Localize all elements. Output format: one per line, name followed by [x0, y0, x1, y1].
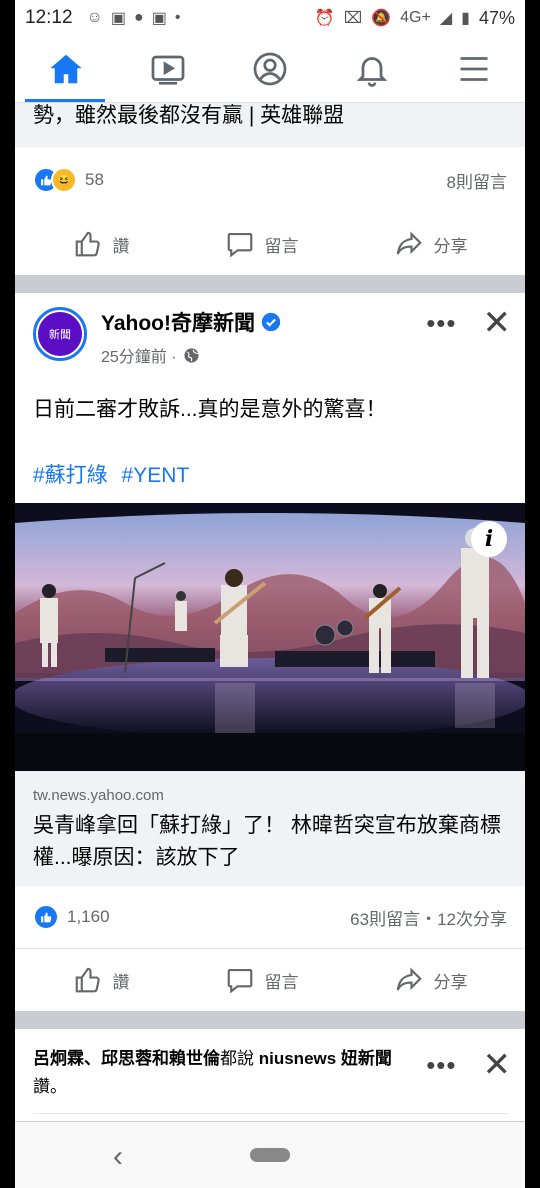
bell-icon [356, 57, 388, 87]
thumbs-up-icon [75, 967, 100, 993]
post-header-buttons: ••• ✕ [426, 306, 512, 340]
prev-post: 勢，雖然最後都沒有贏 | 英雄聯盟 😆 58 8則留言 讚 留言 分享 [15, 103, 525, 275]
cast-icon: ⌧ [343, 10, 363, 27]
active-tab-indicator [25, 99, 105, 102]
concert-stage-image [15, 503, 525, 771]
tab-profile[interactable] [240, 39, 300, 99]
video-icon [151, 55, 185, 85]
prev-reactions-row[interactable]: 😆 58 8則留言 [15, 147, 525, 213]
avatar-logo: 新聞 [38, 312, 82, 356]
post-hashtags: #蘇打綠 #YENT [15, 425, 525, 503]
haha-reaction-icon: 😆 [51, 167, 77, 193]
comment-icon [227, 232, 252, 258]
thumbs-up-icon [75, 231, 100, 257]
dot-icon: • [174, 9, 181, 26]
status-time: 12:12 [25, 7, 73, 28]
friend-names[interactable]: 呂炯霖、邱思蓉和賴世倫 [33, 1049, 220, 1068]
next-post-buttons: ••• ✕ [426, 1048, 512, 1082]
share-label: 分享 [433, 236, 468, 256]
link-preview[interactable]: tw.news.yahoo.com 吳青峰拿回「蘇打綠」了！ 林暐哲突宣布放棄商… [15, 771, 525, 886]
reaction-count: 1,160 [67, 907, 110, 926]
tab-notifications[interactable] [342, 39, 402, 99]
social-context: 呂炯霖、邱思蓉和賴世倫都說 niusnews 妞新聞讚。 ••• ✕ [15, 1029, 525, 1101]
action-bar: 讚 留言 分享 [25, 949, 515, 1011]
author-block: Yahoo!奇摩新聞 25分鐘前 · [101, 307, 281, 373]
comment-label: 留言 [264, 236, 299, 256]
like-button[interactable]: 讚 [73, 965, 130, 995]
menu-icon [460, 57, 488, 81]
emoji-icon: ☺ [86, 9, 103, 26]
prev-comment-count[interactable]: 8則留言 [447, 168, 507, 193]
status-bar: 12:12 ☺ ▣ ● ▣ • ⏰ ⌧ 🔕 4G+ ◢ ▮ 47% [15, 0, 525, 36]
top-nav-bar [15, 36, 525, 103]
share-button[interactable]: 分享 [394, 965, 468, 995]
tab-home[interactable] [36, 39, 96, 99]
status-system-icons: ⏰ ⌧ 🔕 4G+ ◢ ▮ 47% [315, 8, 515, 29]
mute-icon: 🔕 [371, 10, 392, 27]
prev-action-bar: 讚 留言 分享 [25, 213, 515, 275]
globe-icon [183, 347, 199, 363]
feed-separator [15, 1011, 525, 1029]
app-screen: 12:12 ☺ ▣ ● ▣ • ⏰ ⌧ 🔕 4G+ ◢ ▮ 47% 勢，雖然最後… [15, 0, 525, 1188]
author-name[interactable]: Yahoo!奇摩新聞 [101, 307, 255, 337]
more-options-icon[interactable]: ••• [426, 1052, 456, 1078]
share-button[interactable]: 分享 [394, 229, 468, 259]
like-label: 讚 [112, 972, 130, 992]
more-options-icon[interactable]: ••• [426, 310, 456, 336]
comment-icon [227, 968, 252, 994]
post-time[interactable]: 25分鐘前 · [101, 343, 177, 367]
next-post: 呂炯霖、邱思蓉和賴世倫都說 niusnews 妞新聞讚。 ••• ✕ [15, 1029, 525, 1114]
page-avatar[interactable]: 新聞 [33, 307, 87, 361]
share-icon [396, 967, 422, 991]
comment-button[interactable]: 留言 [225, 229, 299, 259]
signal-icon: ◢ [439, 10, 453, 27]
home-pill-button[interactable] [250, 1148, 290, 1162]
post-text: 日前二審才敗訴...真的是意外的驚喜！ [33, 398, 387, 421]
prev-link-title: 勢，雖然最後都沒有贏 | 英雄聯盟 [33, 104, 345, 127]
post-header: 新聞 Yahoo!奇摩新聞 25分鐘前 · ••• ✕ [15, 293, 525, 373]
reactions-row[interactable]: 1,160 63則留言・12次分享 [15, 886, 525, 949]
says-text: 都說 [220, 1049, 254, 1068]
verb-text: 讚。 [33, 1077, 67, 1096]
battery-icon: ▮ [461, 10, 470, 27]
divider [33, 1113, 507, 1114]
back-chevron-icon[interactable]: ‹ [113, 1140, 123, 1174]
battery-percent: 47% [478, 7, 515, 28]
close-icon[interactable]: ✕ [483, 306, 512, 340]
android-icon: ▣ [110, 10, 127, 27]
share-label: 分享 [433, 972, 468, 992]
comment-share-stats[interactable]: 63則留言・12次分享 [350, 905, 507, 930]
tab-watch[interactable] [138, 39, 198, 99]
profile-icon [253, 52, 287, 86]
verified-badge-icon [261, 312, 281, 332]
share-icon [396, 231, 422, 255]
like-label: 讚 [112, 236, 130, 256]
link-title: 吳青峰拿回「蘇打綠」了！ 林暐哲突宣布放棄商標權...曝原因：該放下了 [33, 814, 501, 869]
page-name[interactable]: niusnews 妞新聞 [259, 1049, 392, 1068]
author-name-row: Yahoo!奇摩新聞 [101, 307, 281, 337]
tab-menu[interactable] [444, 39, 504, 99]
alarm-icon: ⏰ [314, 10, 335, 27]
post-meta: 25分鐘前 · [101, 343, 281, 367]
close-icon[interactable]: ✕ [483, 1048, 512, 1082]
status-notification-icons: ☺ ▣ ● ▣ • [87, 8, 181, 28]
info-icon[interactable]: i [471, 521, 507, 557]
network-type: 4G+ [400, 9, 431, 26]
hashtag-link[interactable]: #YENT [122, 464, 190, 487]
news-post: 新聞 Yahoo!奇摩新聞 25分鐘前 · ••• ✕ 日前二審才敗訴...真的… [15, 293, 525, 1011]
link-domain: tw.news.yahoo.com [33, 787, 164, 804]
prev-link-preview[interactable]: 勢，雖然最後都沒有贏 | 英雄聯盟 [15, 103, 525, 147]
android-nav-bar: ‹ [15, 1121, 525, 1188]
comment-button[interactable]: 留言 [225, 965, 299, 995]
home-icon [50, 54, 82, 84]
prev-reaction-count: 58 [85, 170, 104, 189]
feed-separator [15, 275, 525, 293]
post-image[interactable]: i [15, 503, 525, 771]
like-button[interactable]: 讚 [73, 229, 130, 259]
comment-label: 留言 [264, 972, 299, 992]
android-icon: ▣ [151, 10, 167, 27]
hashtag-link[interactable]: #蘇打綠 [33, 464, 108, 487]
like-reaction-icon [33, 904, 59, 930]
messenger-icon: ● [134, 9, 144, 26]
